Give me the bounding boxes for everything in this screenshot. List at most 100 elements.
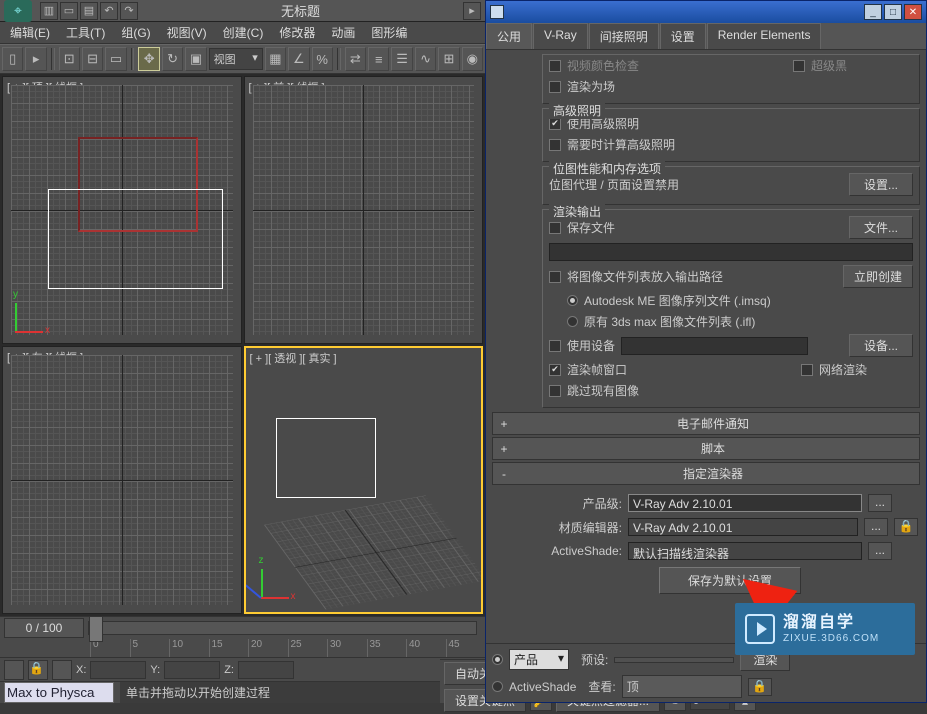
radio-imsq[interactable] <box>567 295 578 306</box>
radio-product-mode[interactable] <box>492 654 503 665</box>
tab-settings[interactable]: 设置 <box>660 23 706 49</box>
create-now-button[interactable]: 立即创建 <box>843 265 913 288</box>
tool-move[interactable]: ✥ <box>138 47 159 71</box>
browse-activeshade-button[interactable]: ... <box>868 542 892 560</box>
maximize-button[interactable]: □ <box>884 4 902 20</box>
viewport-front[interactable]: [ + ][ 前 ][ 线框 ] <box>244 76 484 344</box>
viewport-perspective[interactable]: [ + ][ 透视 ][ 真实 ] xzy <box>244 346 484 614</box>
lock-view-button[interactable]: 🔒 <box>748 678 772 696</box>
grp-adv-light-title: 高级照明 <box>549 102 605 119</box>
menu-anim[interactable]: 动画 <box>325 22 361 43</box>
tool-region[interactable]: ▭ <box>105 47 126 71</box>
more-icon[interactable]: ▸ <box>463 2 481 20</box>
chk-use-adv-light[interactable] <box>549 118 561 130</box>
menu-group[interactable]: 组(G) <box>115 22 156 43</box>
close-button[interactable]: ✕ <box>904 4 922 20</box>
status-icon-a[interactable] <box>4 660 24 680</box>
chk-render-field[interactable] <box>549 81 561 93</box>
tool-select[interactable]: ▯ <box>2 47 23 71</box>
tab-common[interactable]: 公用 <box>486 23 532 49</box>
open-icon[interactable]: ▭ <box>60 2 78 20</box>
menu-views[interactable]: 视图(V) <box>161 22 213 43</box>
tool-align[interactable]: ≡ <box>368 47 389 71</box>
chk-frame-window[interactable] <box>549 364 561 376</box>
chk-put-seq[interactable] <box>549 271 561 283</box>
tool-percent-snap[interactable]: % <box>312 47 333 71</box>
menu-graph[interactable]: 图形编 <box>365 22 413 43</box>
tool-angle-snap[interactable]: ∠ <box>288 47 309 71</box>
file-button[interactable]: 文件... <box>849 216 913 239</box>
tool-pointer[interactable]: ▸ <box>25 47 46 71</box>
tab-render-elements[interactable]: Render Elements <box>707 23 822 49</box>
browse-product-button[interactable]: ... <box>868 494 892 512</box>
z-input[interactable] <box>238 661 294 679</box>
menu-mod[interactable]: 修改器 <box>273 22 321 43</box>
chk-recalc-adv-light[interactable] <box>549 139 561 151</box>
tab-vray[interactable]: V-Ray <box>533 23 588 49</box>
redo-icon[interactable]: ↷ <box>120 2 138 20</box>
field-product[interactable]: V-Ray Adv 2.10.01 <box>628 494 862 512</box>
field-activeshade[interactable]: 默认扫描线渲染器 <box>628 542 862 560</box>
lbl-video-color: 视频颜色检查 <box>567 57 639 74</box>
chk-use-device[interactable] <box>549 340 561 352</box>
timeline-track[interactable] <box>88 621 477 635</box>
tool-curve-editor[interactable]: ∿ <box>415 47 436 71</box>
tool-snap[interactable]: ▦ <box>265 47 286 71</box>
rollout-script[interactable]: +脚本 <box>492 437 920 460</box>
dialog-icon <box>490 5 504 19</box>
time-ruler: 0 5 10 15 20 25 30 35 40 45 <box>0 639 485 657</box>
viewport-label: [ + ][ 透视 ][ 真实 ] <box>250 350 337 366</box>
time-slider[interactable] <box>89 616 103 642</box>
radio-activeshade-mode[interactable] <box>492 681 503 692</box>
ref-coord-combo[interactable]: 视图▾ <box>209 48 263 70</box>
grp-output-title: 渲染输出 <box>549 203 605 220</box>
device-button[interactable]: 设备... <box>849 334 913 357</box>
product-mode-combo[interactable]: 产品▾ <box>509 649 569 670</box>
lbl-save-file: 保存文件 <box>567 219 615 236</box>
tool-unlink[interactable]: ⊟ <box>82 47 103 71</box>
tool-rotate[interactable]: ↻ <box>162 47 183 71</box>
radio-ifl[interactable] <box>567 316 578 327</box>
viewport-top[interactable]: [ + ][ 顶 ][ 线框 ] xy <box>2 76 242 344</box>
view-combo[interactable]: 顶 <box>622 675 742 698</box>
dialog-tabs: 公用 V-Ray 间接照明 设置 Render Elements <box>486 23 926 50</box>
activeshade-label: ActiveShade <box>509 680 576 694</box>
viewport-left[interactable]: [ + ][ 左 ][ 线框 ] <box>2 346 242 614</box>
chk-save-file[interactable] <box>549 222 561 234</box>
minimize-button[interactable]: _ <box>864 4 882 20</box>
menu-tools[interactable]: 工具(T) <box>60 22 111 43</box>
tool-schematic[interactable]: ⊞ <box>438 47 459 71</box>
lock-material-button[interactable]: 🔒 <box>894 518 918 536</box>
new-icon[interactable]: ▥ <box>40 2 58 20</box>
tool-scale[interactable]: ▣ <box>185 47 206 71</box>
lbl-ifl: 原有 3ds max 图像文件列表 (.ifl) <box>584 313 755 330</box>
save-default-button[interactable]: 保存为默认设置 <box>659 567 801 594</box>
tool-layers[interactable]: ☰ <box>391 47 412 71</box>
lock-icon[interactable]: 🔒 <box>28 660 48 680</box>
tool-material[interactable]: ◉ <box>462 47 483 71</box>
maxscript-input[interactable] <box>4 682 114 703</box>
chk-skip-existing[interactable] <box>549 385 561 397</box>
tab-indirect[interactable]: 间接照明 <box>589 23 659 49</box>
chk-net-render[interactable] <box>801 364 813 376</box>
preset-combo[interactable] <box>614 657 734 663</box>
bitmap-settings-button[interactable]: 设置... <box>849 173 913 196</box>
device-input[interactable] <box>621 337 808 355</box>
undo-icon[interactable]: ↶ <box>100 2 118 20</box>
x-input[interactable] <box>90 661 146 679</box>
chk-video-color[interactable] <box>549 60 561 72</box>
dialog-titlebar[interactable]: _ □ ✕ <box>486 1 926 23</box>
save-icon[interactable]: ▤ <box>80 2 98 20</box>
y-input[interactable] <box>164 661 220 679</box>
output-path-input[interactable] <box>549 243 913 261</box>
tool-mirror[interactable]: ⇄ <box>345 47 366 71</box>
menu-create[interactable]: 创建(C) <box>217 22 270 43</box>
status-icon-b[interactable] <box>52 660 72 680</box>
rollout-email[interactable]: +电子邮件通知 <box>492 412 920 435</box>
tool-link[interactable]: ⊡ <box>59 47 80 71</box>
field-material[interactable]: V-Ray Adv 2.10.01 <box>628 518 858 536</box>
menu-edit[interactable]: 编辑(E) <box>4 22 56 43</box>
chk-super-black[interactable] <box>793 60 805 72</box>
browse-material-button[interactable]: ... <box>864 518 888 536</box>
rollout-assign[interactable]: -指定渲染器 <box>492 462 920 485</box>
